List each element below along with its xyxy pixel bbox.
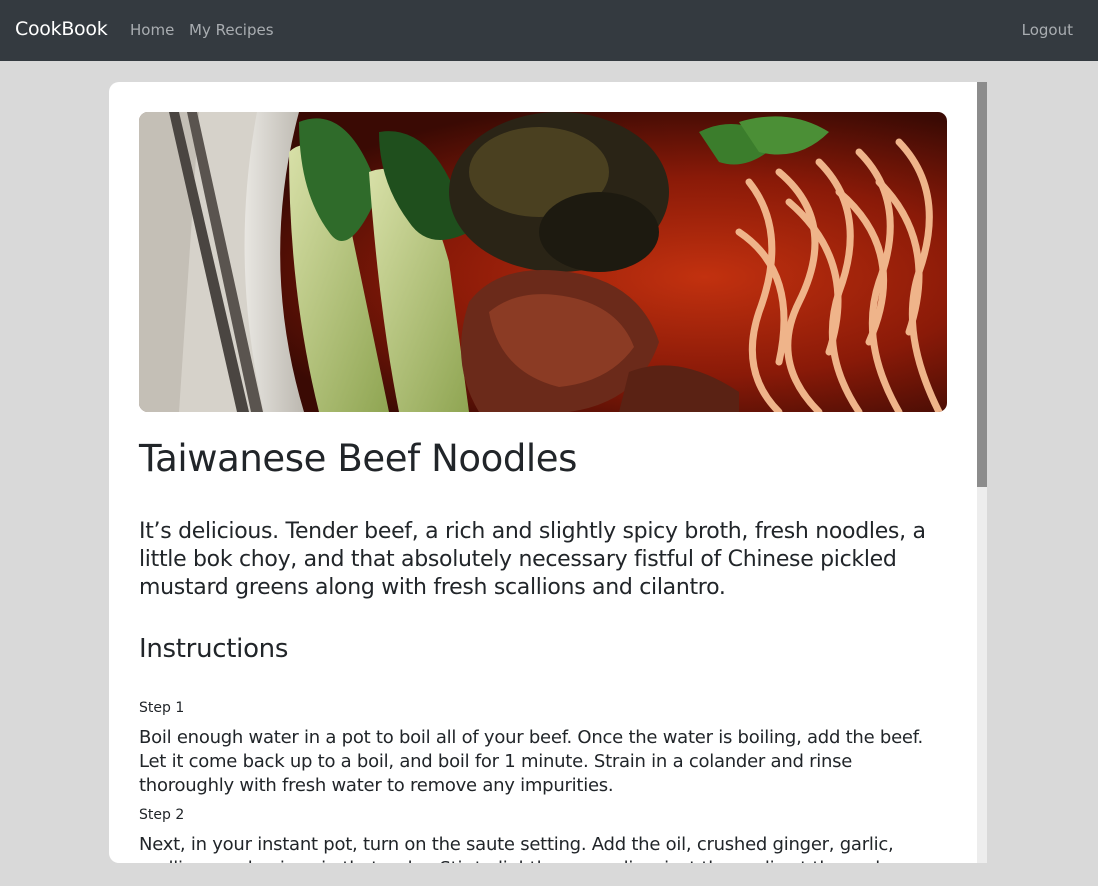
step-label: Step 1 — [139, 700, 185, 716]
nav-link-home[interactable]: Home — [130, 21, 174, 39]
recipe-card: Taiwanese Beef Noodles It’s delicious. T… — [109, 82, 977, 863]
scrollbar-thumb[interactable] — [977, 82, 987, 487]
instructions-heading: Instructions — [139, 634, 289, 664]
brand-logo[interactable]: CookBook — [15, 18, 108, 40]
recipe-photo — [139, 112, 947, 412]
navbar: CookBook Home My Recipes Logout — [0, 0, 1098, 61]
logout-link[interactable]: Logout — [1022, 21, 1073, 39]
step-label: Step 2 — [139, 807, 185, 823]
scrollbar-track[interactable] — [977, 82, 987, 863]
recipe-description: It’s delicious. Tender beef, a rich and … — [139, 519, 926, 600]
nav-link-my-recipes[interactable]: My Recipes — [189, 21, 274, 39]
step-text: Boil enough water in a pot to boil all o… — [139, 727, 923, 796]
step-text: Next, in your instant pot, turn on the s… — [139, 834, 894, 863]
recipe-title: Taiwanese Beef Noodles — [139, 437, 578, 480]
